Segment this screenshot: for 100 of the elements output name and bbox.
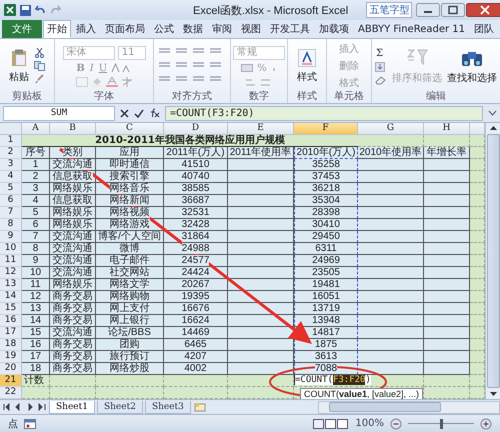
view-mode-icons[interactable] (313, 418, 350, 428)
ribbon-tab[interactable]: 加载项 (315, 20, 353, 38)
row-header[interactable]: 5 (0, 183, 22, 195)
horizontal-scrollbar[interactable] (318, 400, 500, 414)
table-cell (228, 267, 294, 279)
sheet-title: 2010-2011年我国各类网络应用用户规模 (22, 135, 358, 147)
table-cell: 交流沟通 (50, 231, 96, 243)
close-icon[interactable] (466, 3, 500, 17)
undo-icon[interactable] (35, 5, 46, 15)
table-cell (358, 315, 424, 327)
table-cell (424, 267, 470, 279)
row-header[interactable]: 14 (0, 291, 22, 303)
row-header[interactable]: 3 (0, 159, 22, 171)
column-header[interactable]: H (424, 123, 470, 135)
row-header[interactable]: 2 (0, 147, 22, 159)
macro-record-icon[interactable] (24, 418, 36, 428)
row-header[interactable]: 8 (0, 219, 22, 231)
sheet-tab[interactable]: Sheet3 (144, 400, 191, 414)
maximize-icon[interactable] (441, 3, 466, 17)
save-icon[interactable] (20, 4, 31, 16)
column-header[interactable]: D (164, 123, 228, 135)
zoom-level[interactable]: 100% (355, 418, 384, 429)
sheet-nav-icon[interactable] (3, 403, 47, 411)
styles-icon[interactable] (298, 48, 316, 66)
ribbon-tab[interactable]: 审阅 (208, 20, 236, 38)
fill-color-icon[interactable] (90, 76, 103, 86)
styles-button[interactable]: 样式 (297, 70, 318, 84)
table-cell (424, 279, 470, 291)
table-cell: 13719 (294, 303, 358, 315)
ribbon-tab[interactable]: 页面布局 (101, 20, 149, 38)
find-select-button[interactable]: 查找和选择 (447, 70, 497, 84)
table-cell: 24577 (164, 255, 228, 267)
header-cell: 2011年使用率 (228, 147, 294, 159)
fill-down-icon[interactable] (375, 62, 385, 72)
row-header[interactable]: 15 (0, 303, 22, 315)
cancel-icon[interactable] (120, 108, 129, 118)
brush-icon[interactable] (35, 74, 44, 84)
zoom-out-icon[interactable] (390, 418, 402, 430)
header-cell: 年增长率 (424, 147, 470, 159)
row-header[interactable]: 10 (0, 243, 22, 255)
file-menu-button[interactable]: 文件 (2, 20, 42, 38)
table-cell: 35258 (294, 159, 358, 171)
row-header[interactable]: 7 (0, 207, 22, 219)
paste-icon[interactable] (11, 48, 28, 66)
sheet-tab[interactable]: Sheet2 (96, 400, 143, 414)
row-header[interactable]: 22 (0, 387, 22, 399)
row-header[interactable]: 9 (0, 231, 22, 243)
column-header[interactable]: E (228, 123, 294, 135)
excel-logo-icon[interactable] (4, 4, 16, 16)
row-header[interactable]: 1 (0, 135, 22, 147)
zoom-slider-thumb[interactable] (440, 418, 442, 428)
ribbon-tab[interactable]: ABBYY FineReader 11 (354, 20, 469, 38)
row-header[interactable]: 16 (0, 315, 22, 327)
name-box[interactable]: SUM (3, 106, 115, 120)
column-header[interactable]: C (96, 123, 164, 135)
ribbon-tab[interactable]: 数据 (179, 20, 207, 38)
row-header[interactable]: 20 (0, 363, 22, 375)
ribbon-tab[interactable]: 插入 (72, 20, 100, 38)
paste-button[interactable]: 粘贴 (9, 70, 30, 84)
formula-cell[interactable]: =COUNT(F3:F20) (294, 375, 424, 387)
table-cell: 社交网站 (96, 267, 164, 279)
ribbon-tab[interactable]: 视图 (237, 20, 265, 38)
row-header[interactable]: 12 (0, 267, 22, 279)
row-header[interactable]: 11 (0, 255, 22, 267)
row-header[interactable]: 21 (0, 375, 22, 387)
vertical-scrollbar[interactable] (485, 123, 500, 399)
table-cell: 41510 (164, 159, 228, 171)
column-header[interactable]: F (294, 123, 358, 135)
ribbon-tab[interactable]: 开发工具 (266, 20, 314, 38)
minimize-icon[interactable] (416, 3, 440, 17)
input-method-indicator[interactable]: 五笔字型 (366, 2, 412, 18)
ribbon-tab[interactable]: 公式 (150, 20, 178, 38)
table-cell: 14 (22, 315, 50, 327)
row-header[interactable]: 6 (0, 195, 22, 207)
eraser-icon[interactable] (375, 74, 387, 84)
copy-icon[interactable] (34, 61, 46, 71)
enter-icon[interactable] (134, 108, 144, 118)
formula-field[interactable]: =COUNT(F3:F20) (165, 106, 483, 120)
row-header[interactable]: 17 (0, 327, 22, 339)
row-header[interactable]: 18 (0, 339, 22, 351)
table-cell: 交流沟通 (50, 159, 96, 171)
column-header[interactable]: A (22, 123, 50, 135)
insert-function-icon[interactable] (149, 108, 160, 118)
table-cell (424, 231, 470, 243)
row-header[interactable]: 13 (0, 279, 22, 291)
sheet-cell (470, 231, 485, 243)
zoom-in-icon[interactable] (480, 418, 492, 430)
expand-icon[interactable] (488, 109, 497, 117)
column-header[interactable]: G (358, 123, 424, 135)
ribbon-tab[interactable]: 团队 (470, 20, 498, 38)
column-header[interactable]: B (50, 123, 96, 135)
sheet-cell (470, 303, 485, 315)
row-header[interactable]: 19 (0, 351, 22, 363)
table-cell (228, 363, 294, 375)
row-header[interactable]: 4 (0, 171, 22, 183)
sheet-tab[interactable]: Sheet1 (49, 400, 95, 414)
font-color-icon[interactable] (106, 76, 118, 86)
autosum-button[interactable]: Σ (375, 48, 384, 58)
scissors-icon[interactable] (35, 48, 44, 58)
ribbon-tab[interactable]: 开始 (43, 20, 71, 38)
